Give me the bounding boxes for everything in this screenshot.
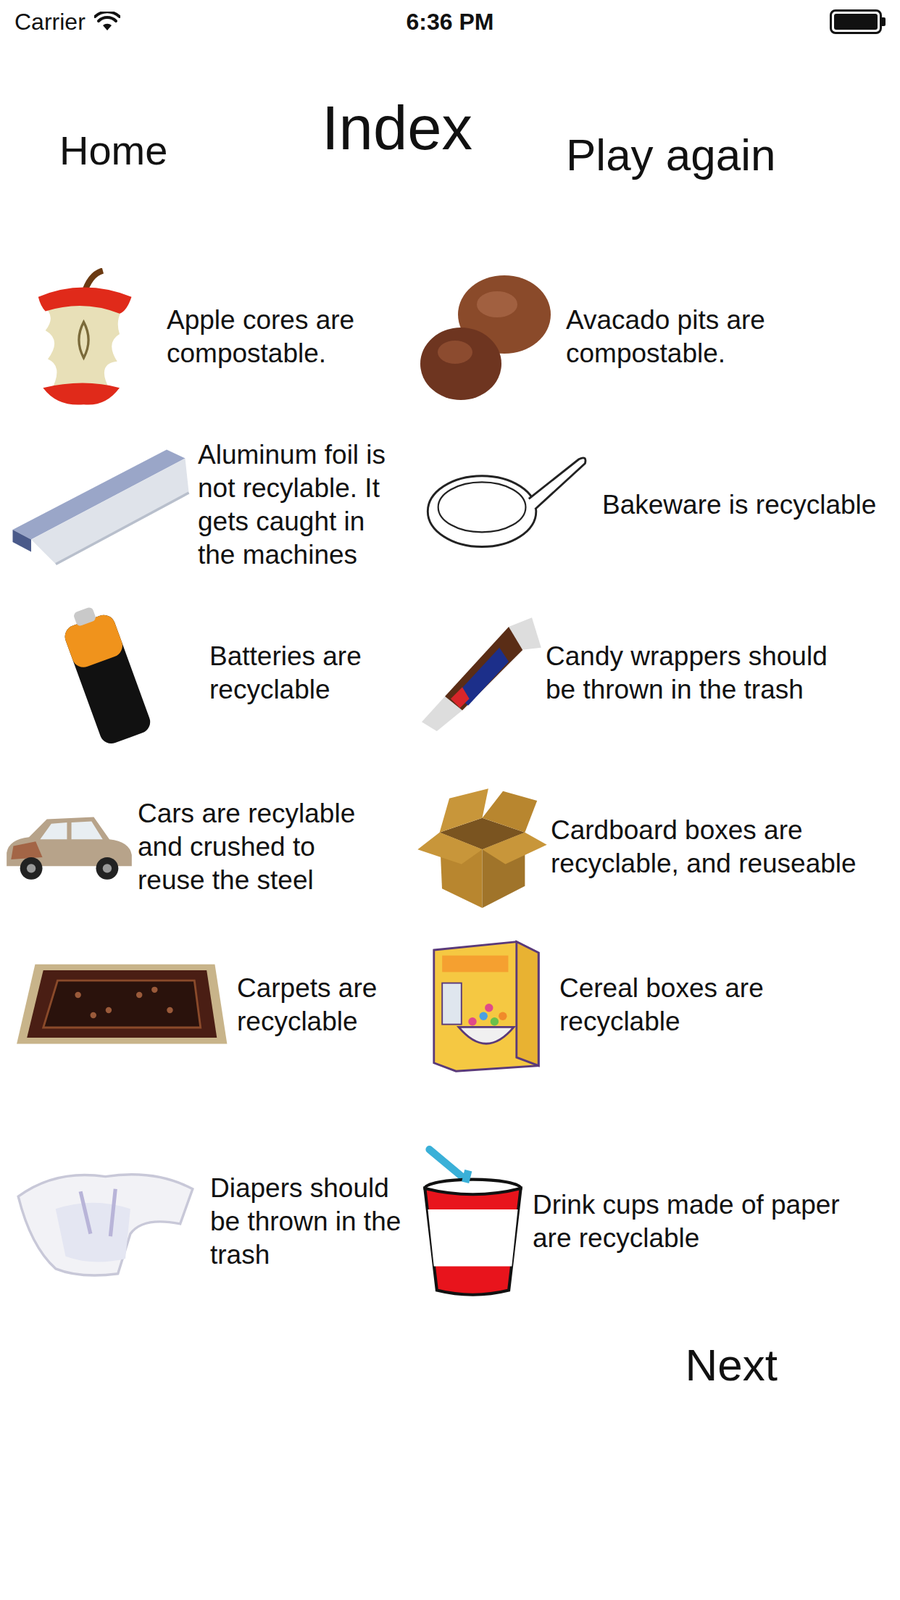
- index-item: Candy wrappers should be thrown in the t…: [413, 597, 900, 750]
- item-caption: Cars are recylable and crushed to reuse …: [137, 797, 385, 898]
- battery-icon-picture: [0, 597, 210, 750]
- index-list: Apple cores are compostable. Avacado pits…: [0, 260, 900, 1296]
- candy-wrapper-icon: [413, 597, 546, 750]
- carrier-label: Carrier: [14, 4, 86, 40]
- item-caption: Carpets are recyclable: [236, 971, 411, 1039]
- index-item: Cardboard boxes are recyclable, and reus…: [413, 771, 900, 924]
- old-car-icon: [0, 771, 138, 924]
- rug-icon: [0, 928, 237, 1082]
- cereal-box-icon: [413, 928, 560, 1082]
- avocado-pits-icon: [413, 260, 566, 414]
- item-caption: Diapers should be thrown in the trash: [210, 1171, 414, 1272]
- status-bar: Carrier 6:36 PM: [0, 0, 900, 44]
- apple-core-icon: [0, 260, 167, 414]
- item-caption: Apple cores are compostable.: [166, 303, 399, 371]
- clock: 6:36 PM: [406, 4, 495, 40]
- home-button[interactable]: Home: [59, 127, 168, 174]
- item-caption: Cardboard boxes are recyclable, and reus…: [550, 813, 870, 881]
- index-item: Avacado pits are compostable.: [413, 260, 900, 414]
- drink-cup-icon: [413, 1143, 533, 1300]
- diaper-icon: [0, 1143, 211, 1300]
- next-button[interactable]: Next: [685, 1342, 778, 1388]
- index-row: Cars are recylable and crushed to reuse …: [0, 771, 900, 924]
- frying-pan-icon: [413, 428, 603, 582]
- index-row: Diapers should be thrown in the trash Dri…: [0, 1143, 900, 1296]
- index-item: Diapers should be thrown in the trash: [0, 1143, 414, 1300]
- index-row: Aluminum foil is not recylable. It gets …: [0, 428, 900, 582]
- aluminum-foil-icon: [0, 428, 198, 582]
- index-item: Carpets are recyclable: [0, 928, 414, 1082]
- index-item: Apple cores are compostable.: [0, 260, 414, 414]
- index-row: Apple cores are compostable. Avacado pits…: [0, 260, 900, 414]
- index-item: Drink cups made of paper are recyclable: [413, 1143, 900, 1300]
- item-caption: Cereal boxes are recyclable: [559, 971, 879, 1039]
- index-item: Aluminum foil is not recylable. It gets …: [0, 428, 414, 582]
- index-row: Carpets are recyclable Cereal boxes are r…: [0, 928, 900, 1082]
- cardboard-box-icon: [413, 771, 551, 924]
- index-row: Batteries are recyclable Candy wrappers s…: [0, 597, 900, 750]
- index-item: Batteries are recyclable: [0, 597, 414, 750]
- item-caption: Batteries are recyclable: [209, 639, 414, 707]
- item-caption: Drink cups made of paper are recyclable: [532, 1188, 859, 1256]
- item-caption: Candy wrappers should be thrown in the t…: [545, 639, 865, 707]
- page-title: Index: [321, 93, 473, 163]
- item-caption: Avacado pits are compostable.: [565, 303, 885, 371]
- item-caption: Aluminum foil is not recylable. It gets …: [197, 438, 408, 572]
- battery-fill: [834, 13, 878, 30]
- index-item: Bakeware is recyclable: [413, 428, 900, 582]
- index-item: Cereal boxes are recyclable: [413, 928, 900, 1082]
- play-again-button[interactable]: Play again: [565, 129, 777, 180]
- item-caption: Bakeware is recyclable: [602, 488, 900, 522]
- header: Home Index Play again: [0, 43, 900, 218]
- wifi-icon: [94, 11, 121, 32]
- index-item: Cars are recylable and crushed to reuse …: [0, 771, 414, 924]
- battery-icon: [829, 9, 882, 35]
